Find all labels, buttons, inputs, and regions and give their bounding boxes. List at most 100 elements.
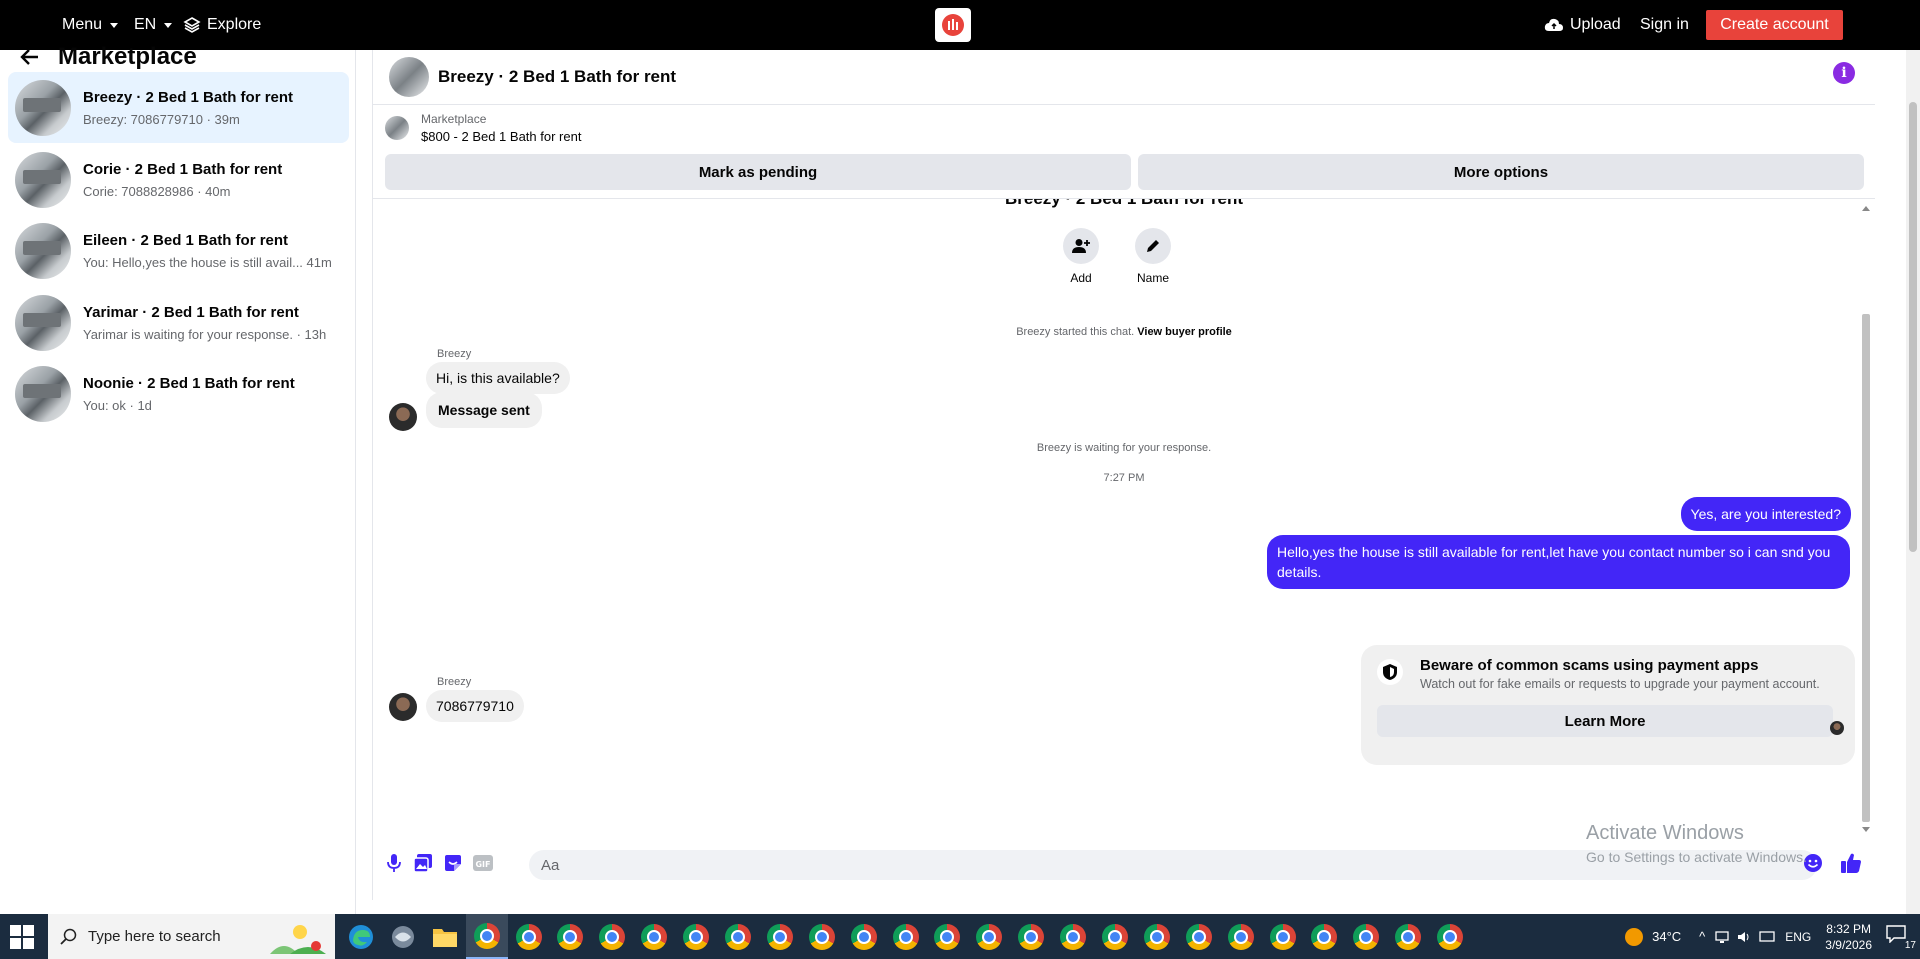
add-person-button[interactable]: [1063, 228, 1099, 264]
sticker-icon[interactable]: [442, 852, 464, 874]
view-buyer-profile-link[interactable]: View buyer profile: [1137, 326, 1232, 338]
mark-as-pending-button[interactable]: Mark as pending: [385, 154, 1131, 190]
chevron-down-icon: [110, 22, 119, 28]
incoming-message: Hi, is this available?: [426, 362, 570, 394]
chat-scrollbar[interactable]: [1862, 314, 1870, 822]
chat-panel: Breezy · 2 Bed 1 Bath for rent i Marketp…: [372, 50, 1875, 900]
thread-listing-title: Breezy · 2 Bed 1 Bath for rent: [1005, 199, 1243, 209]
search-icon: [60, 928, 77, 945]
sender-name: Breezy: [437, 676, 472, 688]
listing-summary[interactable]: Marketplace $800 - 2 Bed 1 Bath for rent: [385, 112, 581, 144]
conversation-item-corie[interactable]: Corie · 2 Bed 1 Bath for rent Corie: 708…: [8, 144, 349, 215]
conversation-item-noonie[interactable]: Noonie · 2 Bed 1 Bath for rent You: ok ·…: [8, 358, 349, 429]
chrome-icon[interactable]: [801, 914, 843, 959]
watermark-subtitle: Go to Settings to activate Windows.: [1586, 849, 1807, 865]
volume-icon[interactable]: [1737, 930, 1751, 944]
scroll-down-arrow[interactable]: [1862, 827, 1870, 832]
site-logo[interactable]: [935, 8, 971, 42]
chrome-icon[interactable]: [968, 914, 1010, 959]
chrome-icon[interactable]: [1345, 914, 1387, 959]
chrome-icon[interactable]: [759, 914, 801, 959]
message-thread: Breezy · 2 Bed 1 Bath for rent Add Name …: [373, 199, 1875, 839]
watermark-title: Activate Windows: [1586, 822, 1744, 844]
more-options-button[interactable]: More options: [1138, 154, 1864, 190]
language-indicator[interactable]: ENG: [1785, 930, 1811, 944]
back-arrow-icon[interactable]: [20, 48, 40, 66]
chrome-icon[interactable]: [843, 914, 885, 959]
chrome-icon[interactable]: [1094, 914, 1136, 959]
upload-button[interactable]: Upload: [1544, 0, 1621, 50]
chrome-icon[interactable]: [1052, 914, 1094, 959]
chrome-icon[interactable]: [1429, 914, 1471, 959]
conversation-title: Breezy · 2 Bed 1 Bath for rent: [83, 88, 294, 106]
avatar[interactable]: [389, 403, 417, 431]
photo-icon[interactable]: [412, 852, 434, 874]
conversation-preview: Corie: 7088828986 · 40m: [83, 183, 231, 199]
chrome-icon[interactable]: [885, 914, 927, 959]
conversation-preview: Breezy: 7086779710 · 39m: [83, 111, 240, 127]
chrome-icon[interactable]: [1303, 914, 1345, 959]
windows-start-icon[interactable]: [10, 925, 34, 949]
chevron-down-icon: [164, 22, 173, 28]
info-icon[interactable]: i: [1833, 62, 1855, 84]
listing-source: Marketplace: [421, 112, 487, 126]
edit-name-button[interactable]: [1135, 228, 1171, 264]
scam-warning-text: Watch out for fake emails or requests to…: [1420, 677, 1820, 691]
temperature[interactable]: 34°C: [1652, 929, 1681, 944]
learn-more-button[interactable]: Learn More: [1377, 705, 1833, 737]
conversation-item-breezy[interactable]: Breezy · 2 Bed 1 Bath for rent Breezy: 7…: [8, 72, 349, 143]
weather-landscape-icon: [270, 925, 326, 954]
sender-name: Breezy: [437, 348, 472, 360]
clock-date: 3/9/2026: [1825, 937, 1872, 952]
file-explorer-icon[interactable]: [424, 914, 466, 959]
scroll-up-arrow[interactable]: [1862, 206, 1870, 211]
taskbar-search[interactable]: Type here to search: [48, 914, 335, 959]
conversation-item-eileen[interactable]: Eileen · 2 Bed 1 Bath for rent You: Hell…: [8, 215, 349, 286]
network-icon[interactable]: [1715, 930, 1729, 944]
chrome-icon[interactable]: [926, 914, 968, 959]
weather-sun-icon[interactable]: [1624, 927, 1644, 947]
avatar[interactable]: [389, 693, 417, 721]
page-scrollbar-thumb[interactable]: [1909, 102, 1917, 552]
listing-price-title: $800 - 2 Bed 1 Bath for rent: [421, 129, 582, 144]
listing-thumbnail: [385, 116, 409, 140]
chrome-icon[interactable]: [633, 914, 675, 959]
conversation-item-yarimar[interactable]: Yarimar · 2 Bed 1 Bath for rent Yarimar …: [8, 287, 349, 358]
chevron-up-icon[interactable]: ^: [1699, 929, 1705, 944]
chrome-icon[interactable]: [1220, 914, 1262, 959]
chrome-icon[interactable]: [591, 914, 633, 959]
chrome-icon[interactable]: [549, 914, 591, 959]
display-icon[interactable]: [1759, 930, 1775, 944]
waiting-notice: Breezy is waiting for your response.: [1036, 442, 1212, 454]
signin-link[interactable]: Sign in: [1640, 0, 1689, 50]
page-scrollbar[interactable]: [1906, 50, 1920, 914]
chrome-icon[interactable]: [1010, 914, 1052, 959]
menu-label: Menu: [62, 16, 103, 33]
chrome-icon[interactable]: [1262, 914, 1304, 959]
chrome-icon[interactable]: [1136, 914, 1178, 959]
chrome-icon[interactable]: [675, 914, 717, 959]
chrome-icon-active[interactable]: [465, 914, 508, 959]
notifications-icon[interactable]: 17: [1886, 924, 1916, 951]
listing-thumbnail: [15, 151, 71, 208]
create-account-button[interactable]: Create account: [1706, 10, 1843, 40]
seen-avatar: [1830, 721, 1844, 735]
chrome-icon[interactable]: [1387, 914, 1429, 959]
chrome-icon[interactable]: [717, 914, 759, 959]
chrome-icon[interactable]: [508, 914, 550, 959]
language-label: EN: [134, 16, 157, 33]
gif-icon[interactable]: GIF: [472, 852, 494, 874]
incoming-message: 7086779710: [426, 690, 524, 722]
clock[interactable]: 8:32 PM 3/9/2026: [1825, 921, 1872, 953]
notification-count: 17: [1904, 939, 1916, 951]
clock-time: 8:32 PM: [1826, 921, 1871, 936]
edge-icon[interactable]: [340, 914, 382, 959]
thumbs-up-icon[interactable]: [1840, 852, 1862, 874]
windows-activation-watermark: Activate Windows Go to Settings to activ…: [1586, 822, 1807, 865]
chrome-icon[interactable]: [1178, 914, 1220, 959]
signin-label: Sign in: [1640, 16, 1689, 33]
add-person-icon: [1072, 239, 1090, 253]
shield-icon: [1377, 659, 1403, 685]
microphone-icon[interactable]: [383, 852, 405, 874]
app-icon[interactable]: [382, 914, 424, 959]
